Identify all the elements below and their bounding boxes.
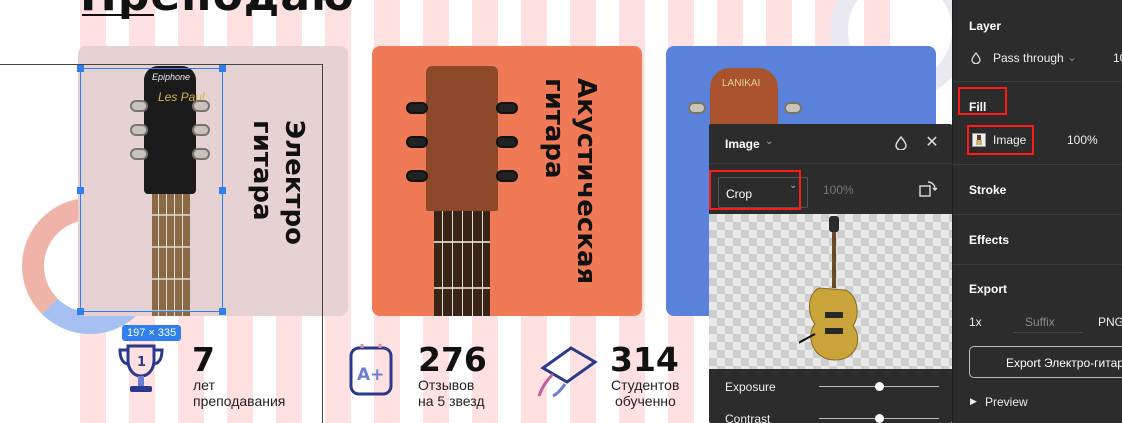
stat-number: 7 xyxy=(192,340,215,379)
stat-caption-2: обученно xyxy=(615,393,676,409)
caret-right-icon[interactable]: ▶ xyxy=(970,396,977,407)
chevron-down-icon[interactable]: ⌄ xyxy=(1067,50,1077,64)
stat-caption-1: лет xyxy=(193,377,215,393)
slider-label: Contrast xyxy=(725,412,771,423)
export-suffix-input[interactable]: Suffix xyxy=(1025,315,1055,329)
section-effects-title[interactable]: Effects xyxy=(969,233,1009,247)
close-icon[interactable]: ✕ xyxy=(924,135,940,151)
highlight-fill-image xyxy=(967,125,1034,155)
droplet-icon[interactable] xyxy=(893,135,909,153)
svg-text:1: 1 xyxy=(137,355,146,370)
card-title: Акустическая гитара xyxy=(539,78,601,285)
image-opacity[interactable]: 100% xyxy=(823,183,854,197)
preview-toggle[interactable]: Preview xyxy=(985,395,1028,409)
section-stroke-title[interactable]: Stroke xyxy=(969,183,1006,197)
image-preview[interactable] xyxy=(709,214,952,369)
headstock-brand: LANIKAI xyxy=(722,78,761,89)
export-format[interactable]: PNG xyxy=(1098,315,1122,329)
resize-handle[interactable] xyxy=(219,187,226,194)
stat-caption-2: преподавания xyxy=(193,393,286,409)
highlight-crop xyxy=(709,170,801,210)
trophy-icon: 1 xyxy=(118,344,164,392)
popup-title[interactable]: Image xyxy=(725,137,760,151)
resize-handle[interactable] xyxy=(219,65,226,72)
image-fill-popup[interactable]: Image ⌄ ✕ Crop ⌄ 100% Exposure Contrast xyxy=(709,124,952,423)
export-scale[interactable]: 1x xyxy=(969,315,982,329)
resize-handle[interactable] xyxy=(77,308,84,315)
section-layer-title: Layer xyxy=(969,19,1002,33)
a-plus-icon: A+ xyxy=(349,344,393,396)
export-button-label: Export Электро-гитар xyxy=(1006,356,1122,370)
divider xyxy=(953,264,1122,265)
svg-text:A+: A+ xyxy=(357,365,384,385)
slider-thumb[interactable] xyxy=(874,414,884,423)
slider-thumb[interactable] xyxy=(874,382,884,391)
divider xyxy=(953,81,1122,82)
section-heading: Преподаю xyxy=(80,0,355,21)
graduation-cap-icon xyxy=(537,346,598,398)
fill-opacity[interactable]: 100% xyxy=(1067,133,1098,147)
selection-size-badge: 197 × 335 xyxy=(122,325,182,341)
stat-number: 314 xyxy=(610,340,679,379)
highlight-fill xyxy=(958,87,1007,115)
blend-mode-select[interactable]: Pass through xyxy=(993,51,1064,65)
section-export-title: Export xyxy=(969,282,1008,296)
card-acoustic-guitar[interactable]: Акустическая гитара xyxy=(372,46,642,316)
guitar-headstock-image xyxy=(402,66,522,316)
selection-box[interactable] xyxy=(77,65,226,315)
layer-opacity-value[interactable]: 10 xyxy=(1113,51,1122,65)
stat-caption-1: Студентов xyxy=(611,377,680,393)
export-button[interactable]: Export Электро-гитар xyxy=(969,346,1122,378)
droplet-icon xyxy=(971,51,981,67)
exposure-slider-row[interactable]: Exposure xyxy=(709,377,952,397)
contrast-slider-row[interactable]: Contrast xyxy=(709,409,952,423)
popup-header: Image ⌄ ✕ xyxy=(709,124,952,164)
chevron-down-icon[interactable]: ⌄ xyxy=(765,136,773,147)
divider xyxy=(953,164,1122,165)
properties-panel: Layer Pass through ⌄ 10 Fill Image 100% … xyxy=(952,0,1122,423)
divider xyxy=(953,214,1122,215)
heading-underline xyxy=(82,14,154,16)
rotate-icon[interactable] xyxy=(917,180,939,201)
resize-handle[interactable] xyxy=(77,65,84,72)
guitar-preview-image xyxy=(799,216,858,361)
resize-handle[interactable] xyxy=(77,187,84,194)
slider-label: Exposure xyxy=(725,380,776,394)
resize-handle[interactable] xyxy=(219,308,226,315)
stat-number: 276 xyxy=(418,340,487,379)
stat-caption-1: Отзывов xyxy=(418,377,475,393)
stat-caption-2: на 5 звезд xyxy=(418,393,485,409)
suffix-underline xyxy=(1013,332,1083,333)
